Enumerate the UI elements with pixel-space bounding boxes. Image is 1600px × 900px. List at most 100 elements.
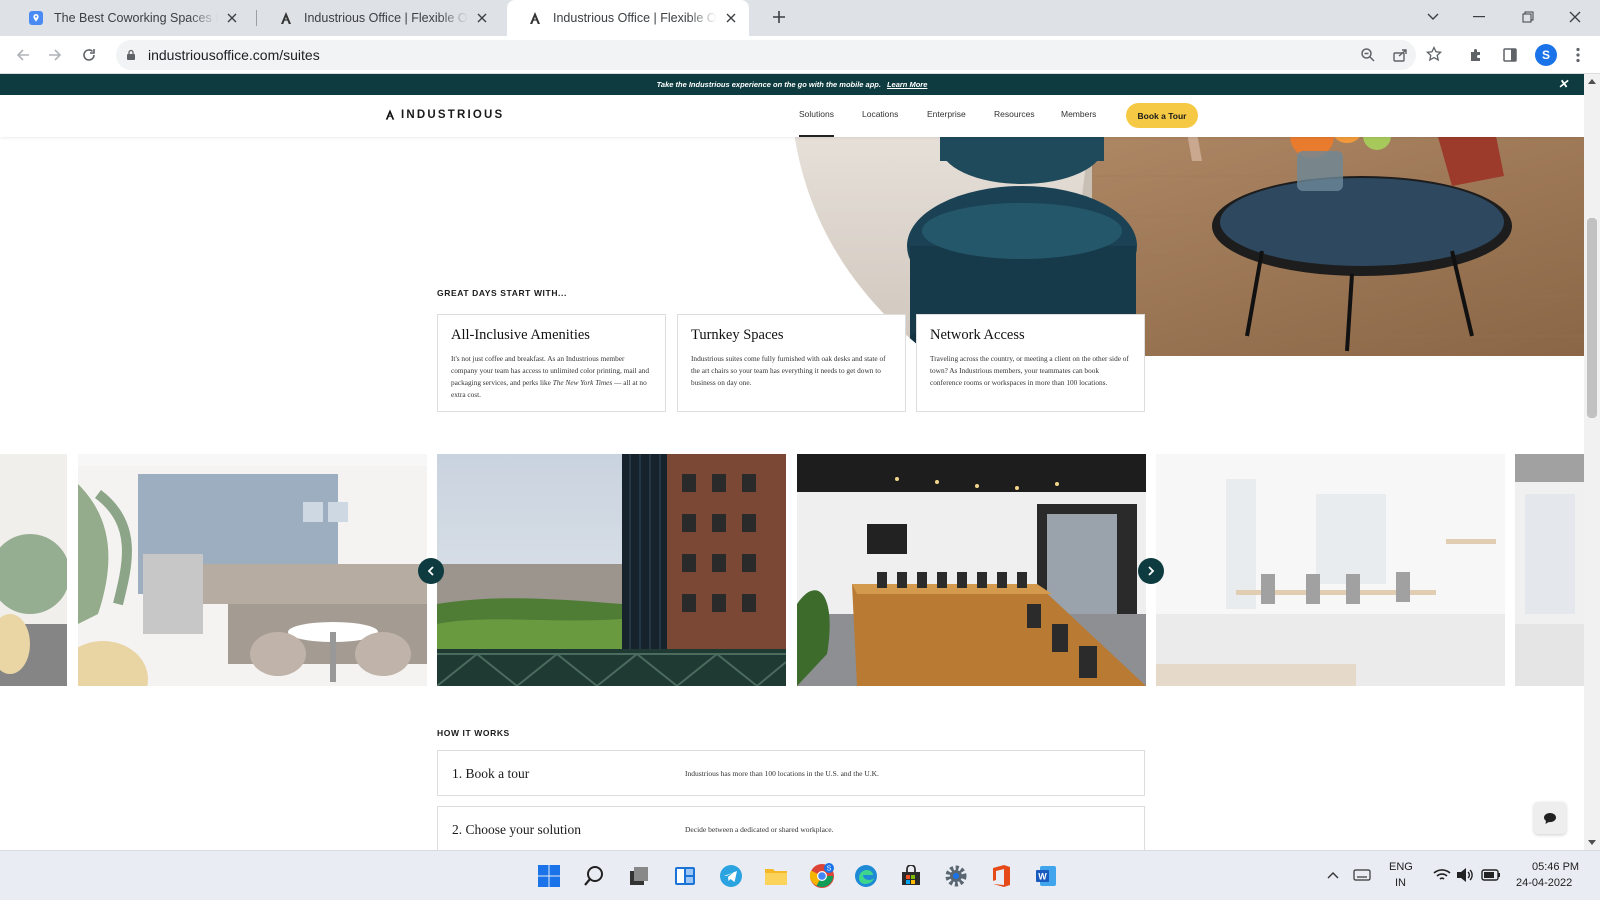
card-title: All-Inclusive Amenities	[451, 327, 590, 343]
step-row[interactable]: 1. Book a tour Industrious has more than…	[437, 750, 1145, 796]
language-indicator[interactable]: ENG	[1389, 861, 1413, 873]
arrow-right-icon	[49, 49, 62, 61]
restore-button[interactable]	[1505, 0, 1551, 34]
settings-button[interactable]	[942, 862, 970, 890]
file-explorer-button[interactable]	[762, 862, 790, 890]
region-indicator[interactable]: IN	[1395, 877, 1406, 889]
tab-industrious-2[interactable]: Industrious Office | Flexible Offic	[507, 0, 749, 36]
carousel-slide[interactable]	[437, 454, 786, 686]
site-header: INDUSTRIOUS Solutions Locations Enterpri…	[0, 95, 1584, 137]
new-tab-button[interactable]	[756, 0, 802, 34]
share-icon[interactable]	[1392, 47, 1408, 63]
chevron-up-icon[interactable]	[1327, 871, 1339, 879]
star-icon[interactable]	[1426, 46, 1442, 62]
wifi-icon[interactable]	[1433, 868, 1451, 882]
industrious-icon	[278, 10, 294, 26]
zoom-icon[interactable]	[1360, 47, 1376, 63]
nav-enterprise[interactable]: Enterprise	[927, 109, 966, 119]
back-button[interactable]	[9, 41, 37, 69]
task-view-icon	[630, 867, 648, 885]
scrollbar-thumb[interactable]	[1587, 218, 1597, 418]
nav-resources[interactable]: Resources	[994, 109, 1035, 119]
section-kicker: HOW IT WORKS	[437, 728, 510, 738]
tab-coworking[interactable]: The Best Coworking Spaces In Au	[8, 0, 250, 36]
carousel-slide[interactable]	[0, 454, 67, 686]
industrious-logo[interactable]: INDUSTRIOUS	[384, 108, 504, 121]
amenity-card: Network Access Traveling across the coun…	[916, 314, 1145, 412]
widgets-button[interactable]	[671, 862, 699, 890]
nav-solutions[interactable]: Solutions	[799, 109, 834, 137]
clock-time[interactable]: 05:46 PM	[1532, 861, 1579, 873]
telegram-button[interactable]	[717, 862, 745, 890]
tab-title: Industrious Office | Flexible Offic	[304, 11, 468, 25]
folder-icon	[765, 869, 787, 885]
book-a-tour-button[interactable]: Book a Tour	[1126, 103, 1198, 128]
carousel-next-button[interactable]	[1138, 558, 1164, 584]
side-panel-button[interactable]	[1496, 41, 1524, 69]
lock-icon	[127, 49, 135, 60]
card-title: Network Access	[930, 327, 1025, 343]
chevron-right-icon	[1148, 566, 1155, 576]
tab-strip: The Best Coworking Spaces In Au Industri…	[0, 0, 1600, 36]
banner-text: Take the Industrious experience on the g…	[656, 80, 881, 89]
minimize-button[interactable]	[1456, 0, 1502, 34]
carousel-slide[interactable]	[1515, 454, 1584, 686]
search-button[interactable]	[580, 862, 608, 890]
section-kicker: GREAT DAYS START WITH...	[437, 288, 567, 298]
tab-title: The Best Coworking Spaces In Au	[54, 11, 218, 25]
step-row[interactable]: 2. Choose your solution Decide between a…	[437, 806, 1145, 850]
office-button[interactable]	[987, 862, 1015, 890]
chrome-icon: S	[809, 863, 834, 888]
close-tab-icon[interactable]	[224, 10, 240, 26]
battery-icon[interactable]	[1481, 869, 1501, 881]
restore-icon	[1522, 11, 1534, 23]
carousel-slide[interactable]	[797, 454, 1146, 686]
close-banner-icon[interactable]: ✕	[1558, 74, 1568, 95]
store-button[interactable]	[897, 862, 925, 890]
volume-icon[interactable]	[1456, 867, 1474, 883]
edge-button[interactable]	[852, 862, 880, 890]
reload-icon	[83, 49, 95, 61]
menu-button[interactable]	[1564, 41, 1592, 69]
address-bar[interactable]: industriousoffice.com/suites	[116, 40, 1442, 70]
tab-search-button[interactable]	[1410, 0, 1456, 34]
close-window-button[interactable]	[1552, 0, 1598, 34]
nav-locations[interactable]: Locations	[862, 109, 898, 119]
kebab-menu-icon	[1576, 47, 1580, 63]
logo-text: INDUSTRIOUS	[401, 108, 505, 121]
step-description: Industrious has more than 100 locations …	[685, 769, 879, 778]
forward-button[interactable]	[41, 41, 69, 69]
clock-date[interactable]: 24-04-2022	[1516, 877, 1572, 889]
carousel-slide[interactable]	[1156, 454, 1505, 686]
carousel-slide[interactable]	[78, 454, 427, 686]
tab-industrious-1[interactable]: Industrious Office | Flexible Offic	[258, 0, 500, 36]
nav-members[interactable]: Members	[1061, 109, 1096, 119]
windows-icon	[538, 865, 560, 887]
chat-button[interactable]	[1534, 802, 1566, 834]
carousel-prev-button[interactable]	[418, 558, 444, 584]
extensions-button[interactable]	[1462, 41, 1490, 69]
plus-icon	[773, 11, 785, 23]
profile-avatar[interactable]: S	[1535, 44, 1557, 66]
chevron-left-icon	[427, 566, 434, 576]
start-button[interactable]	[535, 862, 563, 890]
word-button[interactable]: W	[1032, 862, 1060, 890]
task-view-button[interactable]	[625, 862, 653, 890]
svg-text:W: W	[1038, 872, 1047, 882]
store-icon	[902, 865, 920, 885]
close-tab-icon[interactable]	[723, 10, 739, 26]
keyboard-icon[interactable]	[1353, 868, 1371, 882]
chat-bubble-icon	[1544, 812, 1556, 824]
chrome-button[interactable]: S	[808, 862, 836, 890]
page-scrollbar[interactable]	[1584, 74, 1600, 850]
svg-text:S: S	[827, 866, 832, 873]
learn-more-link[interactable]: Learn More	[887, 80, 927, 89]
reload-button[interactable]	[75, 41, 103, 69]
search-icon	[584, 866, 603, 886]
map-pin-icon	[28, 10, 44, 26]
close-tab-icon[interactable]	[474, 10, 490, 26]
browser-toolbar: industriousoffice.com/suites S	[0, 36, 1600, 74]
scroll-down-icon	[1588, 840, 1596, 845]
widgets-icon	[675, 867, 695, 885]
amenity-card: All-Inclusive Amenities It's not just co…	[437, 314, 666, 412]
